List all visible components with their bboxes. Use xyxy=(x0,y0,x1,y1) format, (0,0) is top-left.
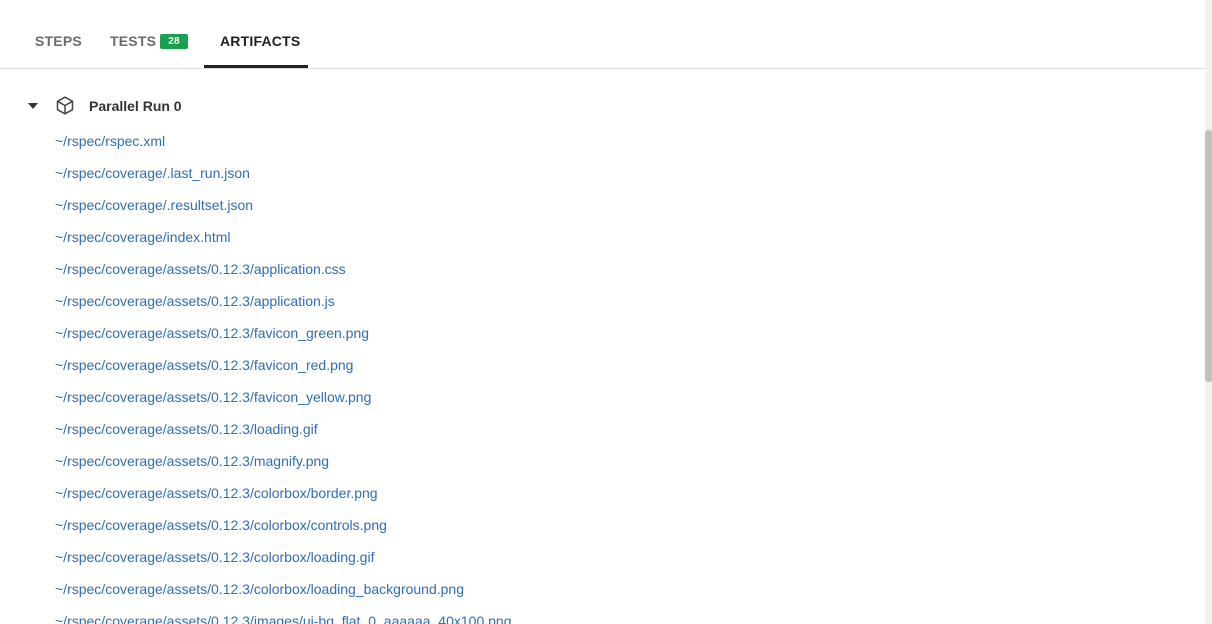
artifact-link[interactable]: ~/rspec/coverage/assets/0.12.3/colorbox/… xyxy=(55,513,512,545)
tab-artifacts-label: ARTIFACTS xyxy=(220,33,301,49)
tests-count-badge: 28 xyxy=(160,34,188,49)
artifact-list: ~/rspec/rspec.xml ~/rspec/coverage/.last_… xyxy=(55,129,512,624)
scrollbar[interactable] xyxy=(1205,0,1212,624)
box-icon xyxy=(56,96,74,115)
artifact-link[interactable]: ~/rspec/coverage/assets/0.12.3/applicati… xyxy=(55,289,512,321)
artifact-link[interactable]: ~/rspec/coverage/.resultset.json xyxy=(55,193,512,225)
tab-steps[interactable]: STEPS xyxy=(35,0,83,68)
parallel-run-header[interactable]: Parallel Run 0 xyxy=(22,92,322,120)
tab-artifacts[interactable]: ARTIFACTS xyxy=(204,0,308,68)
tab-steps-label: STEPS xyxy=(35,33,82,49)
tab-tests-label: TESTS xyxy=(110,33,157,49)
artifact-link[interactable]: ~/rspec/coverage/index.html xyxy=(55,225,512,257)
tab-bar: STEPS TESTS 28 ARTIFACTS xyxy=(0,0,1205,69)
artifact-link[interactable]: ~/rspec/coverage/assets/0.12.3/favicon_g… xyxy=(55,321,512,353)
artifact-link[interactable]: ~/rspec/coverage/assets/0.12.3/colorbox/… xyxy=(55,577,512,609)
artifact-link[interactable]: ~/rspec/coverage/assets/0.12.3/loading.g… xyxy=(55,417,512,449)
artifact-link[interactable]: ~/rspec/coverage/.last_run.json xyxy=(55,161,512,193)
artifact-link[interactable]: ~/rspec/coverage/assets/0.12.3/favicon_y… xyxy=(55,385,512,417)
artifact-link[interactable]: ~/rspec/rspec.xml xyxy=(55,129,512,161)
artifact-link[interactable]: ~/rspec/coverage/assets/0.12.3/applicati… xyxy=(55,257,512,289)
scrollbar-thumb[interactable] xyxy=(1205,130,1212,382)
caret-down-icon[interactable] xyxy=(28,103,38,109)
artifact-link[interactable]: ~/rspec/coverage/assets/0.12.3/colorbox/… xyxy=(55,481,512,513)
artifact-link[interactable]: ~/rspec/coverage/assets/0.12.3/colorbox/… xyxy=(55,545,512,577)
artifact-link[interactable]: ~/rspec/coverage/assets/0.12.3/favicon_r… xyxy=(55,353,512,385)
artifact-link[interactable]: ~/rspec/coverage/assets/0.12.3/magnify.p… xyxy=(55,449,512,481)
artifact-link[interactable]: ~/rspec/coverage/assets/0.12.3/images/ui… xyxy=(55,609,512,624)
tab-tests[interactable]: TESTS 28 xyxy=(110,0,190,68)
group-title: Parallel Run 0 xyxy=(89,98,182,114)
artifacts-panel: STEPS TESTS 28 ARTIFACTS Parallel Run 0 … xyxy=(0,0,1205,624)
